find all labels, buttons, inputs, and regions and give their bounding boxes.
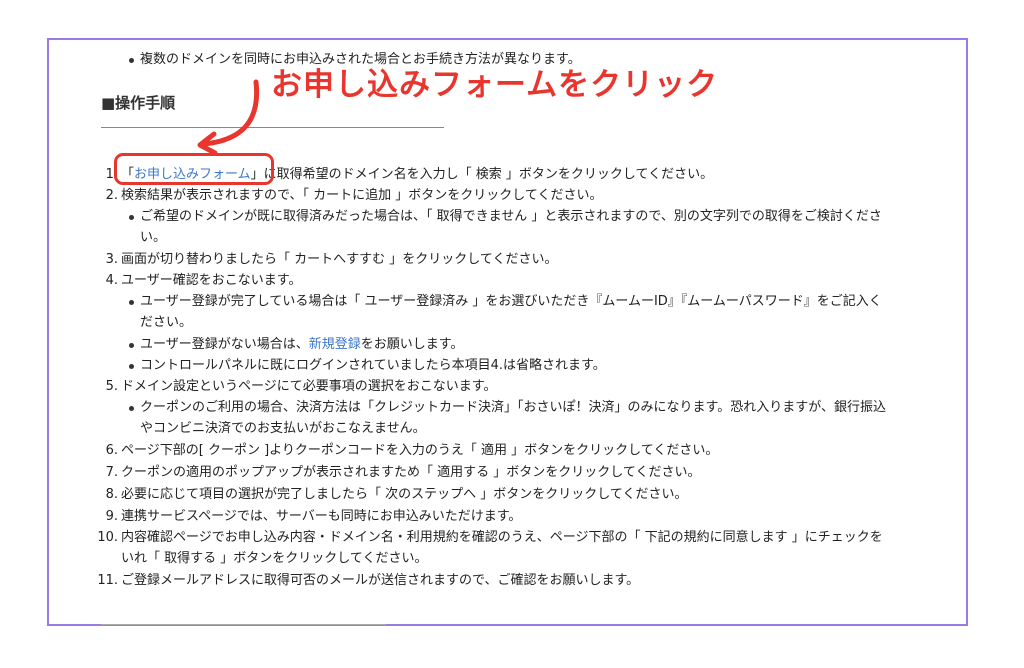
- step-2-sub-1-line2: い。: [140, 230, 167, 245]
- annotation-callout: お申し込みフォームをクリック: [271, 67, 719, 103]
- step-number: 7.: [105, 465, 118, 480]
- step-8-text: 必要に応じて項目の選択が完了しましたら「 次のステップへ 」ボタンをクリックして…: [121, 487, 688, 502]
- section-heading: ■操作手順: [101, 94, 176, 112]
- bottom-divider: [101, 624, 386, 625]
- step-6-text: ページ下部の[ クーポン ]よりクーポンコードを入力のうえ「 適用 」ボタンをク…: [121, 443, 719, 458]
- step-4-sub-3: コントロールパネルに既にログインされていましたら本項目4.は省略されます。: [140, 358, 606, 373]
- new-registration-link[interactable]: 新規登録: [309, 337, 361, 352]
- bullet-dot: [129, 58, 134, 63]
- step-5-sub-1-line2: やコンビニ決済でのお支払いがおこなえません。: [140, 421, 426, 436]
- bullet-dot: [129, 300, 134, 305]
- step-4-sub-1-line2: ださい。: [140, 315, 193, 330]
- step-number: 8.: [105, 487, 118, 502]
- step-9-text: 連携サービスページでは、サーバーも同時にお申込みいただけます。: [121, 509, 522, 524]
- bullet-dot: [129, 215, 134, 220]
- step-10-text: 内容確認ページでお申し込み内容・ドメイン名・利用規約を確認のうえ、ページ下部の「…: [121, 530, 883, 545]
- step-4-text: ユーザー確認をおこないます。: [121, 273, 302, 288]
- step-3-text: 画面が切り替わりましたら「 カートへすすむ 」をクリックしてください。: [121, 252, 558, 267]
- step-4-sub-1-line1: ユーザー登録が完了している場合は「 ユーザー登録済み 」をお選びいただき『ムーム…: [140, 294, 882, 309]
- step-2-sub-1-line1: ご希望のドメインが既に取得済みだった場合は、「 取得できません 」と表示されます…: [140, 209, 882, 224]
- bullet-dot: [129, 364, 134, 369]
- step-4-sub-2-post: をお願いします。: [360, 337, 464, 352]
- step-4-sub-2: ユーザー登録がない場合は、新規登録をお願いします。: [140, 335, 463, 355]
- step-number: 6.: [105, 443, 118, 458]
- step-number: 5.: [105, 379, 118, 394]
- step-7-text: クーポンの適用のポップアップが表示されますため「 適用する 」ボタンをクリックし…: [121, 465, 701, 480]
- step-number: 10.: [97, 530, 118, 545]
- step-number: 3.: [105, 252, 118, 267]
- step-5-sub-1-line1: クーポンのご利用の場合、決済方法は「クレジットカード決済」「おさいぽ！決済」のみ…: [140, 400, 886, 415]
- step-4-sub-2-pre: ユーザー登録がない場合は、: [140, 337, 309, 352]
- heading-divider: [101, 127, 444, 128]
- annotation-arrow-icon: [197, 79, 260, 156]
- step-number: 4.: [105, 273, 118, 288]
- step-10-text-line2: いれ「 取得する 」ボタンをクリックしてください。: [121, 551, 428, 566]
- bullet-dot: [129, 343, 134, 348]
- step-number: 11.: [97, 573, 118, 588]
- step-11-text: ご登録メールアドレスに取得可否のメールが送信されますので、ご確認をお願いします。: [121, 573, 640, 588]
- step-number: 2.: [105, 188, 118, 203]
- bullet-dot: [129, 406, 134, 411]
- step-number: 9.: [105, 509, 118, 524]
- step-5-text: ドメイン設定というページにて必要事項の選択をおこないます。: [121, 379, 497, 394]
- step-1-post: 」に取得希望のドメイン名を入力し「 検索 」ボタンをクリックしてください。: [250, 167, 714, 182]
- step-2-text: 検索結果が表示されますので、「 カートに追加 」ボタンをクリックしてください。: [121, 188, 603, 203]
